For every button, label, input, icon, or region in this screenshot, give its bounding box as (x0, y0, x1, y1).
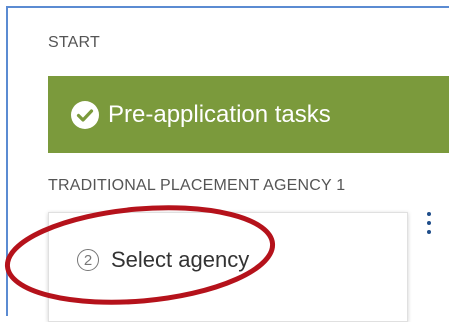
select-agency-card[interactable]: 2 Select agency (48, 212, 408, 322)
select-agency-label: Select agency (111, 247, 250, 272)
pre-application-tasks-banner[interactable]: Pre-application tasks (48, 76, 449, 153)
card-content: 2 Select agency (77, 247, 249, 273)
start-section-label: START (48, 34, 100, 51)
step-number-icon: 2 (77, 249, 99, 271)
kebab-dot (427, 212, 431, 216)
kebab-dot (427, 230, 431, 234)
kebab-dot (427, 221, 431, 225)
kebab-menu-icon[interactable] (424, 212, 434, 238)
banner-title: Pre-application tasks (108, 100, 331, 128)
agency-section-label: TRADITIONAL PLACEMENT AGENCY 1 (48, 177, 346, 194)
check-circle-icon (71, 100, 99, 129)
